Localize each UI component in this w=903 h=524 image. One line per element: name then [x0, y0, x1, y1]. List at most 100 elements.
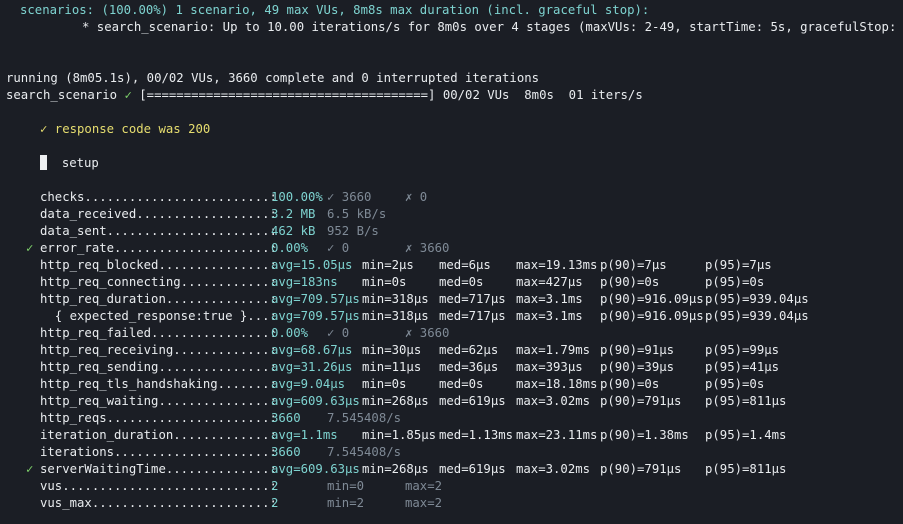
metric-name: http_req_tls_handshaking.......:: [40, 377, 277, 391]
metric-value: avg=15.05µs: [271, 258, 353, 272]
scenario-name: search_scenario: [6, 88, 118, 102]
metric-value: p(90)=791µs: [600, 394, 682, 408]
metric-value: p(90)=0s: [600, 377, 660, 391]
metric-value: min=318µs: [362, 309, 429, 323]
metric-value: max=2: [405, 479, 443, 493]
scenarios-summary: (100.00%) 1 scenario, 49 max VUs, 8m8s m…: [101, 3, 650, 17]
metric-value: p(95)=99µs: [705, 343, 780, 357]
metric-row: http_req_sending...............: avg=31.2…: [0, 359, 903, 376]
metric-value: max=427µs: [516, 275, 583, 289]
metric-row: http_req_duration..............: avg=709.…: [0, 291, 903, 308]
metric-value: avg=183ns: [271, 275, 338, 289]
metric-value: 952 B/s: [327, 224, 379, 238]
metric-value: p(90)=7µs: [600, 258, 667, 272]
metric-value: p(90)=916.09µs: [600, 292, 704, 306]
metric-row: http_reqs......................: 3660 7.54…: [0, 410, 903, 427]
metric-value: min=11µs: [362, 360, 422, 374]
metric-value: p(95)=7µs: [705, 258, 772, 272]
metric-value: p(90)=1.38ms: [600, 428, 689, 442]
metric-value: p(95)=0s: [705, 275, 765, 289]
metric-value: p(90)=0s: [600, 275, 660, 289]
metric-value: p(95)=1.4ms: [705, 428, 787, 442]
metric-value: max=393µs: [516, 360, 583, 374]
metric-value: med=0s: [439, 377, 484, 391]
metric-value: ✗ 3660: [405, 241, 450, 255]
check-response-code: ✓ response code was 200: [40, 122, 211, 136]
metric-name: iterations.....................:: [40, 445, 277, 459]
setup-group: setup: [40, 155, 99, 172]
metric-row: http_req_waiting...............: avg=609.…: [0, 393, 903, 410]
metric-value: med=36µs: [439, 360, 499, 374]
metric-row: ✓ serverWaitingTime..............: avg=609…: [0, 461, 903, 478]
metric-name: { expected_response:true }...:: [40, 309, 277, 323]
metric-value: ✓ 0: [327, 326, 350, 340]
metric-row: iteration_duration.............: avg=1.1m…: [0, 427, 903, 444]
metric-value: avg=609.63µs: [271, 462, 360, 476]
metric-value: avg=68.67µs: [271, 343, 353, 357]
metric-value: p(95)=939.04µs: [705, 309, 809, 323]
metric-value: min=0: [327, 479, 365, 493]
metric-value: med=717µs: [439, 292, 506, 306]
metric-row: http_req_connecting............: avg=183n…: [0, 274, 903, 291]
metric-value: min=30µs: [362, 343, 422, 357]
metric-value: 0.00%: [271, 241, 309, 255]
metric-value: max=18.18ms: [516, 377, 598, 391]
metric-name: http_req_sending...............:: [40, 360, 277, 374]
metric-name: http_req_duration..............:: [40, 292, 277, 306]
progress-bar: [======================================]: [139, 88, 436, 102]
metric-value: 462 kB: [271, 224, 316, 238]
metric-row: data_sent......................: 462 kB 95…: [0, 223, 903, 240]
scenarios-label: scenarios:: [20, 3, 95, 17]
metric-value: 0.00%: [271, 326, 309, 340]
metric-value: med=619µs: [439, 394, 506, 408]
metric-value: max=19.13ms: [516, 258, 598, 272]
setup-label: setup: [61, 156, 99, 170]
metric-name: iteration_duration.............:: [40, 428, 277, 442]
metric-value: avg=609.63µs: [271, 394, 360, 408]
metric-value: avg=9.04µs: [271, 377, 346, 391]
threshold-pass-icon: ✓: [26, 241, 34, 255]
metric-value: med=619µs: [439, 462, 506, 476]
metric-value: med=62µs: [439, 343, 499, 357]
metric-value: 6.5 kB/s: [327, 207, 387, 221]
scenario-detail: * search_scenario: Up to 10.00 iteration…: [82, 20, 903, 34]
metric-row: vus_max........................: 2 min=2 ma…: [0, 495, 903, 512]
metric-row: http_req_receiving.............: avg=68.6…: [0, 342, 903, 359]
metric-name: http_req_blocked...............:: [40, 258, 277, 272]
terminal-window[interactable]: scenarios: (100.00%) 1 scenario, 49 max …: [0, 0, 903, 524]
threshold-pass-icon: ✓: [26, 462, 34, 476]
metric-name: vus_max........................:: [40, 496, 277, 510]
metric-value: avg=1.1ms: [271, 428, 338, 442]
metric-value: 3660: [271, 411, 301, 425]
metric-value: avg=709.57µs: [271, 309, 360, 323]
metric-value: p(95)=811µs: [705, 462, 787, 476]
metric-name: checks.........................:: [40, 190, 277, 204]
scenarios-line: scenarios: (100.00%) 1 scenario, 49 max …: [20, 2, 649, 19]
metric-value: ✗ 0: [405, 190, 428, 204]
metric-row: http_req_blocked...............: avg=15.0…: [0, 257, 903, 274]
progress-stats: 00/02 VUs 8m0s 01 iters/s: [442, 88, 643, 102]
metric-value: 2: [271, 496, 279, 510]
metric-value: med=6µs: [439, 258, 491, 272]
metric-value: min=268µs: [362, 462, 429, 476]
metric-value: max=3.02ms: [516, 394, 591, 408]
metric-value: ✓ 3660: [327, 190, 372, 204]
check-icon: ✓: [124, 88, 132, 102]
metric-name: http_reqs......................:: [40, 411, 277, 425]
metric-value: min=0s: [362, 377, 407, 391]
metric-name: http_req_failed................:: [40, 326, 277, 340]
metric-value: max=3.1ms: [516, 292, 583, 306]
metric-value: med=1.13ms: [439, 428, 514, 442]
metric-value: 7.545408/s: [327, 445, 402, 459]
metric-value: min=1.85µs: [362, 428, 437, 442]
metric-row: { expected_response:true }...: avg=709.57…: [0, 308, 903, 325]
metric-value: p(95)=41µs: [705, 360, 780, 374]
metric-value: p(95)=0s: [705, 377, 765, 391]
progress-line: search_scenario ✓ [=====================…: [6, 87, 643, 104]
metric-row: checks.........................: 100.00% ✓…: [0, 189, 903, 206]
metric-value: p(90)=791µs: [600, 462, 682, 476]
metric-value: 3660: [271, 445, 301, 459]
metric-row: vus............................: 2 min=0 ma…: [0, 478, 903, 495]
metric-value: min=2: [327, 496, 365, 510]
metric-value: avg=709.57µs: [271, 292, 360, 306]
